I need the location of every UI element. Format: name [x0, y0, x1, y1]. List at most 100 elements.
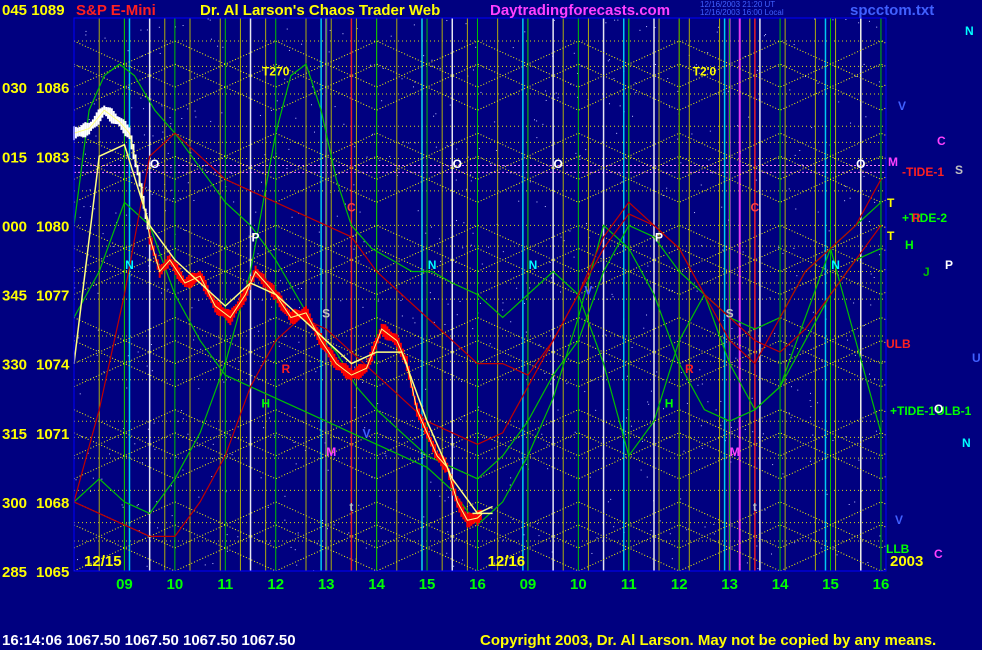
- chart-title: Dr. Al Larson's Chaos Trader Web: [200, 2, 441, 19]
- star: [354, 407, 356, 409]
- star: [267, 506, 269, 508]
- star: [362, 306, 364, 308]
- star: [607, 501, 609, 503]
- star: [605, 22, 607, 24]
- site-name: Daytradingforecasts.com: [490, 2, 671, 19]
- star: [849, 197, 851, 199]
- star: [845, 19, 847, 21]
- star: [621, 181, 623, 183]
- star: [573, 52, 575, 54]
- star: [79, 393, 81, 395]
- star: [336, 215, 338, 217]
- star: [853, 302, 855, 304]
- star: [198, 496, 200, 498]
- y-tick-code: 330: [2, 357, 27, 374]
- star: [182, 469, 184, 471]
- star: [150, 344, 152, 346]
- star: [691, 133, 693, 135]
- price-readout: 16:14:06 1067.50 1067.50 1067.50 1067.50: [2, 632, 296, 649]
- y-tick-price: 1080: [36, 218, 69, 235]
- date-label: 12/16: [488, 553, 526, 570]
- star: [217, 45, 219, 47]
- star: [828, 230, 830, 232]
- star: [585, 149, 587, 151]
- star: [465, 23, 467, 25]
- star: [212, 563, 214, 565]
- star: [299, 307, 301, 309]
- star: [75, 479, 77, 481]
- star: [389, 156, 391, 158]
- star: [286, 168, 288, 170]
- star: [296, 564, 298, 566]
- star: [167, 152, 169, 154]
- star: [140, 97, 142, 99]
- star: [579, 155, 581, 157]
- star: [271, 306, 273, 308]
- star: [544, 372, 546, 374]
- star: [795, 208, 797, 210]
- marker-label: T270: [262, 65, 290, 79]
- star: [301, 288, 303, 290]
- side-label: C: [934, 547, 943, 561]
- star: [333, 524, 335, 526]
- star: [616, 132, 618, 134]
- star: [817, 82, 819, 84]
- marker-label: V: [584, 284, 592, 298]
- star: [109, 453, 111, 455]
- star: [78, 337, 80, 339]
- star: [550, 383, 552, 385]
- star: [669, 533, 671, 535]
- star: [193, 199, 195, 201]
- star: [169, 117, 171, 119]
- side-label: U: [972, 351, 981, 365]
- star: [608, 103, 610, 105]
- star: [811, 127, 813, 129]
- star: [294, 549, 296, 551]
- star: [112, 245, 114, 247]
- star: [425, 232, 427, 234]
- star: [553, 19, 555, 21]
- star: [456, 314, 458, 316]
- star: [470, 174, 472, 176]
- marker-label: S: [322, 307, 330, 321]
- star: [263, 427, 265, 429]
- star: [223, 381, 225, 383]
- star: [563, 240, 565, 242]
- star: [284, 519, 286, 521]
- star: [646, 26, 648, 28]
- star: [518, 200, 520, 202]
- star: [686, 529, 688, 531]
- star: [354, 366, 356, 368]
- star: [342, 33, 344, 35]
- star: [210, 120, 212, 122]
- star: [867, 561, 869, 563]
- star: [96, 354, 98, 356]
- star: [284, 78, 286, 80]
- star: [489, 163, 491, 165]
- star: [390, 35, 392, 37]
- star: [430, 226, 432, 228]
- star: [204, 564, 206, 566]
- star: [120, 159, 122, 161]
- star: [525, 331, 527, 333]
- side-label: T: [887, 229, 895, 243]
- star: [137, 504, 139, 506]
- x-tick: 10: [167, 576, 184, 593]
- marker-label: O: [856, 157, 865, 171]
- star: [401, 78, 403, 80]
- star: [789, 354, 791, 356]
- star: [171, 515, 173, 517]
- time-stamps: 12/16/2003 21:20 UT 12/16/2003 16:00 Loc…: [700, 1, 784, 17]
- star: [680, 372, 682, 374]
- side-label: R: [912, 211, 921, 225]
- star: [659, 520, 661, 522]
- star: [557, 409, 559, 411]
- star: [756, 545, 758, 547]
- star: [669, 106, 671, 108]
- star: [321, 519, 323, 521]
- star: [826, 493, 828, 495]
- star: [438, 238, 440, 240]
- star: [782, 252, 784, 254]
- star: [212, 458, 214, 460]
- star: [631, 347, 633, 349]
